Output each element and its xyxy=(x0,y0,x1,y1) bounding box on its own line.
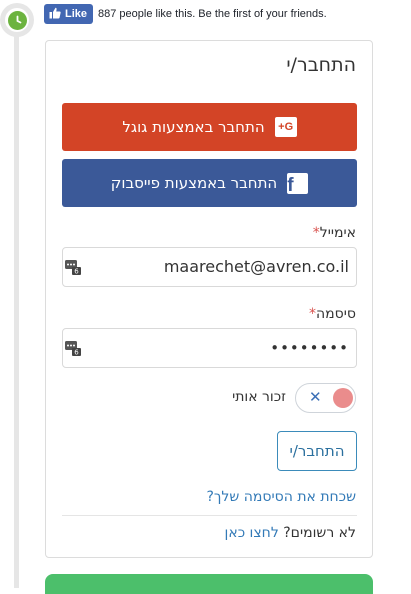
facebook-icon: f xyxy=(287,172,309,194)
next-card-top xyxy=(45,574,373,594)
forgot-password-link[interactable]: שכחת את הסיסמה שלך? xyxy=(206,489,356,505)
facebook-login-label: התחבר באמצעות פייסבוק xyxy=(110,174,278,192)
email-field[interactable]: maarechet@avren.co.il 6 xyxy=(62,247,357,287)
login-title: התחבר/י xyxy=(286,54,356,76)
facebook-like-count-text: 887 people like this. Be the first of yo… xyxy=(98,8,327,20)
facebook-like-label: Like xyxy=(65,8,88,20)
toggle-knob xyxy=(333,388,353,408)
password-value: •••••••• xyxy=(270,339,349,357)
login-card: התחבר/י G+ התחבר באמצעות גוגל f התחבר בא… xyxy=(45,40,373,558)
facebook-like-button[interactable]: Like xyxy=(44,4,94,24)
svg-text:6: 6 xyxy=(74,268,79,275)
required-mark: * xyxy=(309,306,317,322)
login-submit-button[interactable]: התחבר/י xyxy=(277,431,357,471)
register-prompt: לא רשומים? xyxy=(283,525,356,541)
remember-me-toggle[interactable]: ✕ xyxy=(295,383,356,413)
remember-me-label: זכור אותי xyxy=(232,389,286,405)
required-mark: * xyxy=(312,225,320,241)
register-link[interactable]: לחצו כאן xyxy=(225,525,279,541)
facebook-like-widget: Like 887 people like this. Be the first … xyxy=(44,4,327,24)
register-row: לא רשומים? לחצו כאן xyxy=(225,525,356,541)
thumbs-up-icon xyxy=(49,7,61,22)
password-manager-icon[interactable]: 6 xyxy=(65,340,81,357)
timeline-marker xyxy=(0,3,34,37)
email-value: maarechet@avren.co.il xyxy=(163,257,349,276)
password-manager-icon[interactable]: 6 xyxy=(65,259,81,276)
google-plus-icon: G+ xyxy=(274,117,297,137)
toggle-off-icon: ✕ xyxy=(309,388,322,406)
password-label: סיסמה* xyxy=(309,306,356,322)
divider xyxy=(62,515,357,516)
facebook-login-button[interactable]: f התחבר באמצעות פייסבוק xyxy=(62,159,357,207)
timeline-line xyxy=(14,28,19,588)
svg-text:6: 6 xyxy=(74,349,79,356)
clock-icon xyxy=(7,10,27,30)
google-login-label: התחבר באמצעות גוגל xyxy=(122,118,265,136)
google-login-button[interactable]: G+ התחבר באמצעות גוגל xyxy=(62,103,357,151)
email-label: אימייל* xyxy=(312,225,356,241)
password-field[interactable]: •••••••• 6 xyxy=(62,328,357,368)
